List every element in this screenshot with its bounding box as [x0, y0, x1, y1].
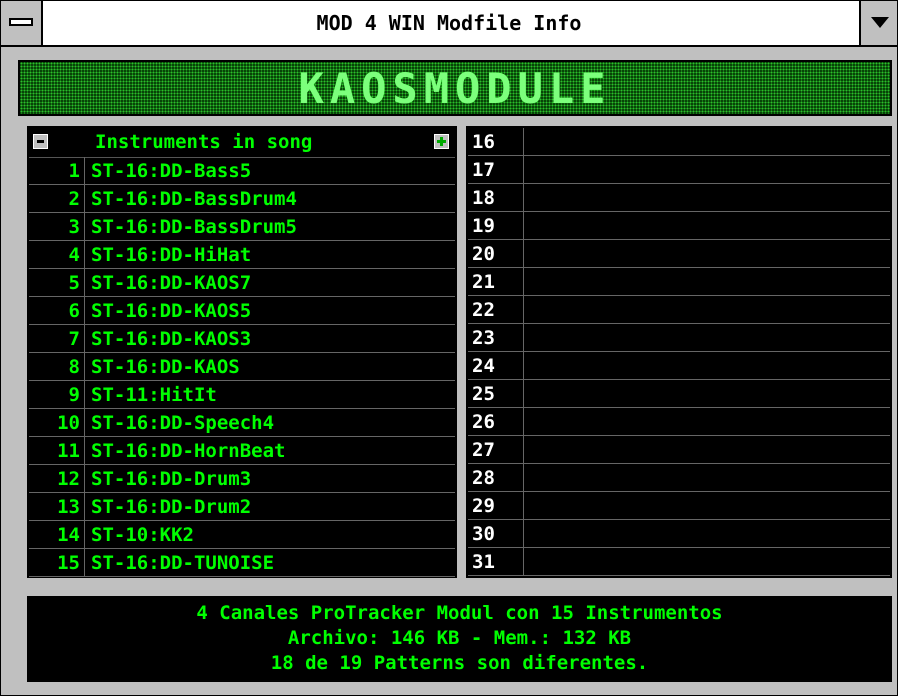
- instrument-number: 8: [29, 353, 85, 381]
- instrument-row[interactable]: 9 ST-11:HitIt: [29, 381, 455, 409]
- song-title-banner: KAOSMODULE: [18, 60, 892, 116]
- instrument-row[interactable]: 12 ST-16:DD-Drum3: [29, 465, 455, 493]
- instrument-row[interactable]: 30: [468, 520, 890, 548]
- instrument-number: 4: [29, 241, 85, 269]
- instrument-row[interactable]: 18: [468, 184, 890, 212]
- instrument-number: 28: [468, 464, 524, 492]
- instrument-row[interactable]: 14 ST-10:KK2: [29, 521, 455, 549]
- instrument-number: 30: [468, 520, 524, 548]
- instrument-name: ST-16:DD-Bass5: [91, 160, 252, 182]
- instrument-row[interactable]: 2 ST-16:DD-BassDrum4: [29, 185, 455, 213]
- instrument-number: 31: [468, 548, 524, 576]
- down-arrow-icon: [871, 17, 889, 28]
- instrument-row[interactable]: 5 ST-16:DD-KAOS7: [29, 269, 455, 297]
- instrument-row[interactable]: 6 ST-16:DD-KAOS5: [29, 297, 455, 325]
- window-title: MOD 4 WIN Modfile Info: [316, 11, 582, 35]
- instrument-row[interactable]: 8 ST-16:DD-KAOS: [29, 353, 455, 381]
- patterns-info: 18 de 19 Patterns son diferentes.: [270, 652, 649, 674]
- instrument-name: ST-11:HitIt: [91, 384, 217, 406]
- instrument-row[interactable]: 16: [468, 128, 890, 156]
- instrument-list-title: Instruments in song: [95, 131, 313, 153]
- instrument-number: 10: [29, 409, 85, 437]
- instrument-number: 15: [29, 549, 85, 577]
- instrument-number: 27: [468, 436, 524, 464]
- instrument-row[interactable]: 20: [468, 240, 890, 268]
- instrument-name: ST-16:DD-Drum2: [91, 496, 252, 518]
- instrument-list-header: Instruments in song: [29, 128, 455, 158]
- instrument-number: 9: [29, 381, 85, 409]
- minimize-button[interactable]: [859, 1, 897, 45]
- file-size-info: Archivo: 146 KB - Mem.: 132 KB: [287, 627, 632, 649]
- instrument-row[interactable]: 3 ST-16:DD-BassDrum5: [29, 213, 455, 241]
- instrument-list-right: 16 17 18 19 20 21 22 23 24 25 26 27 28 29 30 31: [466, 126, 892, 578]
- instrument-row[interactable]: 4 ST-16:DD-HiHat: [29, 241, 455, 269]
- instrument-name: ST-16:DD-HornBeat: [91, 440, 286, 462]
- instrument-row[interactable]: 19: [468, 212, 890, 240]
- instrument-row[interactable]: 13 ST-16:DD-Drum2: [29, 493, 455, 521]
- instrument-row[interactable]: 25: [468, 380, 890, 408]
- instrument-row[interactable]: 17: [468, 156, 890, 184]
- instrument-number: 29: [468, 492, 524, 520]
- instrument-row[interactable]: 29: [468, 492, 890, 520]
- instrument-row[interactable]: 24: [468, 352, 890, 380]
- instrument-row[interactable]: 21: [468, 268, 890, 296]
- instrument-number: 13: [29, 493, 85, 521]
- instrument-number: 25: [468, 380, 524, 408]
- instrument-name: ST-16:DD-TUNOISE: [91, 552, 275, 574]
- instrument-number: 26: [468, 408, 524, 436]
- instrument-row[interactable]: 10 ST-16:DD-Speech4: [29, 409, 455, 437]
- instrument-row[interactable]: 26: [468, 408, 890, 436]
- instrument-number: 6: [29, 297, 85, 325]
- instrument-row[interactable]: 15 ST-16:DD-TUNOISE: [29, 549, 455, 577]
- expand-icon[interactable]: [434, 134, 449, 149]
- instrument-number: 14: [29, 521, 85, 549]
- instrument-row[interactable]: 22: [468, 296, 890, 324]
- instrument-row[interactable]: 31: [468, 548, 890, 576]
- instrument-number: 19: [468, 212, 524, 240]
- instrument-name: ST-16:DD-BassDrum4: [91, 188, 297, 210]
- instrument-name: ST-16:DD-KAOS7: [91, 272, 252, 294]
- title-bar[interactable]: MOD 4 WIN Modfile Info: [1, 1, 897, 47]
- instrument-name: ST-16:DD-KAOS: [91, 356, 240, 378]
- channels-info: 4 Canales ProTracker Modul con 15 Instru…: [196, 602, 723, 624]
- instrument-name: ST-16:DD-Speech4: [91, 412, 275, 434]
- instrument-row[interactable]: 1 ST-16:DD-Bass5: [29, 157, 455, 185]
- instrument-number: 18: [468, 184, 524, 212]
- instrument-number: 5: [29, 269, 85, 297]
- instrument-name: ST-16:DD-HiHat: [91, 244, 252, 266]
- instrument-number: 16: [468, 128, 524, 156]
- instrument-number: 12: [29, 465, 85, 493]
- instrument-row[interactable]: 27: [468, 436, 890, 464]
- instrument-row[interactable]: 23: [468, 324, 890, 352]
- instrument-number: 24: [468, 352, 524, 380]
- collapse-icon[interactable]: [33, 134, 48, 149]
- instrument-number: 7: [29, 325, 85, 353]
- instrument-number: 23: [468, 324, 524, 352]
- instrument-number: 11: [29, 437, 85, 465]
- instrument-name: ST-16:DD-KAOS3: [91, 328, 252, 350]
- system-menu-button[interactable]: [1, 1, 43, 45]
- song-title: KAOSMODULE: [298, 64, 612, 113]
- instrument-row[interactable]: 7 ST-16:DD-KAOS3: [29, 325, 455, 353]
- module-info-panel: 4 Canales ProTracker Modul con 15 Instru…: [27, 596, 892, 682]
- instrument-number: 22: [468, 296, 524, 324]
- system-menu-icon: [9, 18, 33, 26]
- instrument-row[interactable]: 28: [468, 464, 890, 492]
- instrument-list-left: Instruments in song 1 ST-16:DD-Bass5 2 ST-1…: [27, 126, 457, 578]
- instrument-number: 3: [29, 213, 85, 241]
- instrument-name: ST-16:DD-KAOS5: [91, 300, 252, 322]
- instrument-number: 1: [29, 157, 85, 185]
- instrument-number: 17: [468, 156, 524, 184]
- instrument-row[interactable]: 11 ST-16:DD-HornBeat: [29, 437, 455, 465]
- instrument-number: 20: [468, 240, 524, 268]
- instrument-name: ST-10:KK2: [91, 524, 194, 546]
- instrument-number: 2: [29, 185, 85, 213]
- instrument-name: ST-16:DD-BassDrum5: [91, 216, 297, 238]
- instrument-name: ST-16:DD-Drum3: [91, 468, 252, 490]
- instrument-number: 21: [468, 268, 524, 296]
